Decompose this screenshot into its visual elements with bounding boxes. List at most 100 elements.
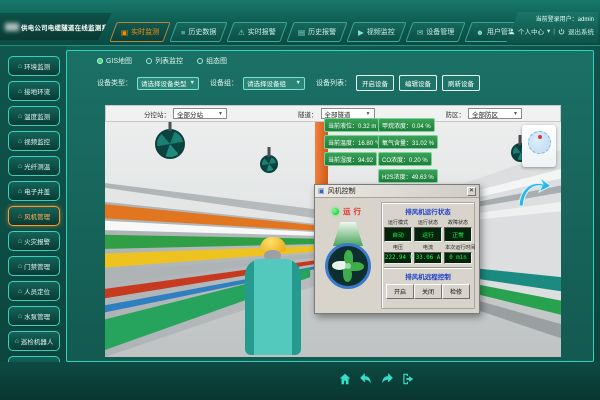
nav-tab[interactable]: ≡ 历史数据	[169, 22, 228, 42]
sidebar-item-label: 水泵管理	[24, 311, 50, 321]
module-icon: ⌂	[18, 213, 22, 220]
filter-select[interactable]: 全部防区 ▼	[468, 108, 522, 119]
sidebar-item[interactable]: ⌂ 火灾报警	[8, 231, 60, 251]
realtime-monitor-icon: ▣	[121, 28, 128, 37]
badge-label: 当前湿度：	[328, 158, 358, 164]
view-mode-radio[interactable]: 组态图	[197, 56, 227, 66]
personal-center-link[interactable]: 个人中心	[518, 26, 544, 36]
main-panel: GIS地图 列表监控 组态图 设备类型： 请选择设备类型 ▼ 设备组： 请选择设…	[66, 50, 594, 362]
sidebar-item[interactable]: ⌂ 水泵管理	[8, 306, 60, 326]
sidebar-item[interactable]: ⌂ 电子井盖	[8, 181, 60, 201]
device-action-buttons: 开启设备编辑设备刷新设备	[356, 75, 480, 91]
status-value: 0 min	[444, 252, 472, 264]
nav-tab-label: 历史报警	[308, 27, 336, 37]
filter-select[interactable]: 全部分站 ▼	[173, 108, 227, 119]
redo-icon[interactable]	[380, 372, 394, 386]
home-icon[interactable]	[338, 372, 352, 386]
fan-status-panel: 排风机运行状态 运行模式 自动 运行状态 运行 故障状态 正常	[381, 202, 475, 309]
status-label: 运行状态	[415, 218, 441, 225]
sidebar-item[interactable]: ⌂ 接地环流	[8, 81, 60, 101]
badge-label: 当前液位：	[328, 124, 358, 130]
nav-tab[interactable]: ▣ 实时监测	[109, 22, 170, 42]
worker-body	[245, 259, 301, 355]
nav-tab-label: 历史数据	[188, 27, 216, 37]
device-type-value: 请选择设备类型	[141, 78, 187, 88]
minimap-compass[interactable]	[522, 125, 556, 167]
module-icon: ⌂	[18, 138, 22, 145]
fan-control-button[interactable]: 开启	[386, 284, 414, 299]
globe-icon	[528, 131, 551, 154]
device-type-select[interactable]: 请选择设备类型 ▼	[137, 77, 199, 90]
module-icon: ⌂	[18, 163, 22, 170]
sidebar-item[interactable]: ⌂ 门禁管理	[8, 256, 60, 276]
status-label: 本次运行时间	[445, 243, 471, 250]
badge-value: 0.20 %	[409, 158, 428, 164]
sidebar-item[interactable]: ⌂ 光纤测温	[8, 156, 60, 176]
nav-tab[interactable]: ▤ 历史报警	[287, 22, 348, 42]
device-action-button[interactable]: 编辑设备	[399, 75, 437, 91]
device-action-button[interactable]: 刷新设备	[442, 75, 480, 91]
sidebar-item[interactable]: ⌂ 温度监测	[8, 106, 60, 126]
rotate-view-arrow-icon[interactable]	[516, 176, 552, 208]
view-mode-radio[interactable]: GIS地图	[97, 56, 132, 66]
redacted-company-name	[5, 23, 19, 31]
sidebar-item-label: 火灾报警	[24, 236, 50, 246]
chevron-down-icon: ▼	[296, 80, 301, 86]
sensor-badge: CO浓度：0.20 %	[378, 152, 432, 166]
chevron-down-icon: ▼	[190, 80, 195, 86]
module-icon: ⌂	[18, 188, 22, 195]
device-manage-icon: ✉	[417, 28, 423, 37]
sidebar-item[interactable]: ⌂ 人员定位	[8, 281, 60, 301]
status-value: 33.06 A	[414, 252, 442, 264]
sidebar-item-label: 电子井盖	[24, 186, 50, 196]
history-alarm-icon: ▤	[298, 28, 305, 37]
chevron-down-icon[interactable]: ▾	[547, 27, 550, 35]
sidebar-item-label: 视频监控	[24, 136, 50, 146]
close-icon[interactable]: ✕	[467, 187, 476, 196]
undo-icon[interactable]	[359, 372, 373, 386]
nav-tab[interactable]: ✉ 设备管理	[405, 22, 466, 42]
fan-status-visual: 运行	[319, 202, 377, 309]
sensor-badge: 当前温度：16.80 ℃	[324, 135, 385, 149]
nav-tab-label: 实时监测	[131, 27, 159, 37]
view-mode-radio[interactable]: 列表监控	[146, 56, 183, 66]
chevron-down-icon: ▼	[513, 111, 518, 117]
fan-control-button[interactable]: 检修	[442, 284, 470, 299]
dialog-titlebar[interactable]: ▣ 风机控制 ✕	[315, 185, 479, 198]
sidebar-item-label: 人员定位	[24, 286, 50, 296]
filter-label: 分控站：	[144, 109, 170, 119]
history-data-icon: ≡	[181, 28, 185, 37]
sensor-badges-right: 甲烷浓度：0.04 % 氧气含量：31.02 % CO浓度：0.20 % H2S…	[378, 118, 438, 186]
sensor-badges-left: 当前液位：0.32 m 当前温度：16.80 ℃ 当前湿度：94.92	[324, 118, 385, 169]
sidebar-item[interactable]: ⌂ 环境监测	[8, 56, 60, 76]
sidebar-item[interactable]: ⌂ 视频监控	[8, 131, 60, 151]
device-toolbar: 设备类型： 请选择设备类型 ▼ 设备组： 请选择设备组 ▼ 设备列表： 开启设备…	[97, 75, 480, 91]
logout-link[interactable]: 退出系统	[568, 26, 594, 36]
divider: |	[553, 28, 555, 35]
scene-filter: 防区： 全部防区 ▼	[446, 108, 523, 119]
worker-figure	[242, 237, 304, 357]
led-status-text: 运行	[343, 206, 364, 217]
user-area: 当前登录用户：admin 个人中心 ▾ | 退出系统	[506, 12, 598, 43]
device-action-button[interactable]: 开启设备	[356, 75, 394, 91]
app-title: 供电公司电缆隧道在线监测系统	[21, 22, 115, 32]
status-cell: 运行模式 自动	[384, 218, 412, 242]
nav-tab[interactable]: ▶ 视频监控	[347, 22, 407, 42]
exit-icon[interactable]	[401, 372, 415, 386]
sensor-badge: 甲烷浓度：0.04 %	[378, 118, 435, 132]
video-monitor-icon: ▶	[358, 28, 364, 37]
module-icon: ⌂	[18, 288, 22, 295]
nav-tab[interactable]: ⚠ 实时报警	[227, 22, 288, 42]
view-mode-label: GIS地图	[106, 56, 132, 66]
sidebar-item[interactable]: ⌂ 巡检机器人	[8, 331, 60, 351]
sidebar-item[interactable]: ⌂ 风机管理	[8, 206, 60, 226]
status-value: 自动	[384, 227, 412, 242]
device-type-label: 设备类型：	[97, 78, 132, 88]
sensor-badge: 当前湿度：94.92	[324, 152, 377, 166]
scene-filter: 分控站： 全部分站 ▼	[144, 108, 227, 119]
fan-control-button[interactable]: 关闭	[414, 284, 442, 299]
radio-icon	[197, 58, 203, 64]
sidebar-item-label: 接地环流	[24, 86, 50, 96]
sidebar-item-label: 光纤测温	[24, 161, 50, 171]
device-group-select[interactable]: 请选择设备组 ▼	[243, 77, 305, 90]
